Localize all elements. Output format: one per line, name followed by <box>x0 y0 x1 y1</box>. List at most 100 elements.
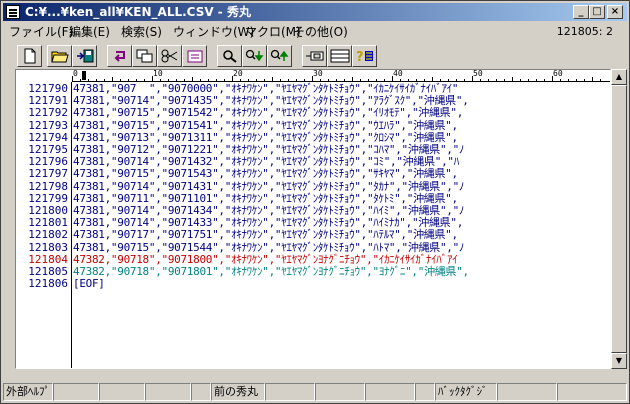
paste-icon[interactable] <box>182 45 207 67</box>
line-text[interactable]: 47381,"90715","9071544","ｵｷﾅﾜｹﾝ","ﾔｴﾔﾏｸﾞ… <box>73 241 464 254</box>
ruler-tick <box>400 79 401 81</box>
ruler-tick <box>376 79 377 81</box>
menu-file[interactable]: ファイル(F) <box>9 23 73 41</box>
ruler-tick <box>536 79 537 81</box>
ruler-tick <box>224 79 225 81</box>
text-line[interactable]: 121793 47381,"90715","9071541","ｵｷﾅﾜｹﾝ","… <box>16 118 610 132</box>
ruler-tick <box>320 79 321 81</box>
fkey-11[interactable] <box>557 383 627 401</box>
ruler-mark: 0 <box>73 69 78 78</box>
fkey-2[interactable] <box>53 383 99 401</box>
ruler-tick <box>288 79 289 81</box>
line-text[interactable]: 47381,"90713","9071311","ｵｷﾅﾜｹﾝ","ﾔｴﾔﾏｸﾞ… <box>73 131 458 144</box>
ruler-tick <box>520 79 521 81</box>
ruler-tick <box>80 79 81 81</box>
hidemaru-window: C:¥...¥ken_all¥KEN_ALL.CSV - 秀丸 _ □ × ファ… <box>0 0 630 404</box>
fkey-3[interactable] <box>99 383 145 401</box>
fkey-5[interactable]: 前の秀丸 <box>211 383 265 401</box>
ruler-tick <box>480 79 481 81</box>
line-text[interactable]: 47381,"90714","9071431","ｵｷﾅﾜｹﾝ","ﾔｴﾔﾏｸﾞ… <box>73 180 464 193</box>
line-text[interactable]: 47381,"90715","9071541","ｵｷﾅﾜｹﾝ","ﾔｴﾔﾏｸﾞ… <box>73 119 458 132</box>
scroll-down-arrow-icon[interactable]: ▼ <box>611 353 627 369</box>
ruler-tick <box>336 79 337 81</box>
ruler-cursor-marker <box>82 71 86 80</box>
menu-edit[interactable]: 編集(E) <box>69 23 110 41</box>
vertical-scrollbar[interactable]: ▲ ▼ <box>611 69 627 369</box>
help-icon[interactable]: ? <box>352 45 377 67</box>
menu-window[interactable]: ウィンドウ(W) <box>173 23 254 41</box>
line-text[interactable]: 47381,"90717","9071751","ｵｷﾅﾜｹﾝ","ﾔｴﾔﾏｸﾞ… <box>73 229 458 241</box>
fkey-6[interactable] <box>265 383 315 401</box>
text-line[interactable]: 121797 47381,"90715","9071543","ｵｷﾅﾜｹﾝ","… <box>16 167 610 181</box>
toolbar: ? <box>3 43 627 69</box>
text-line[interactable]: 121799 47381,"90711","9071101","ｵｷﾅﾜｹﾝ","… <box>16 191 610 205</box>
close-button[interactable]: × <box>607 5 623 19</box>
scroll-up-arrow-icon[interactable]: ▲ <box>611 69 627 85</box>
search-up-icon[interactable] <box>267 45 292 67</box>
cut-icon[interactable] <box>157 45 182 67</box>
ruler-tick <box>440 79 441 81</box>
text-line[interactable]: 121792 47381,"90715","9071542","ｵｷﾅﾜｹﾝ","… <box>16 107 610 119</box>
ruler-tick <box>136 79 137 81</box>
new-file-icon[interactable] <box>17 45 42 67</box>
ruler-tick <box>488 79 489 81</box>
scroll-thumb[interactable] <box>611 85 627 353</box>
ruler-tick <box>448 79 449 81</box>
fkey-1[interactable]: 外部ﾍﾙﾌﾟ <box>3 383 53 401</box>
line-text[interactable]: 47382,"90718","9071800","ｵｷﾅﾜｹﾝ","ﾔｴﾔﾏｸﾞ… <box>73 253 458 266</box>
ruler-tick <box>592 77 593 81</box>
fkey-10[interactable] <box>497 383 557 401</box>
line-number: 121804 <box>28 252 68 266</box>
line-text[interactable]: 47381,"90715","9071543","ｵｷﾅﾜｹﾝ","ﾔｴﾔﾏｸﾞ… <box>73 168 458 180</box>
line-number: 121806 <box>28 277 68 291</box>
minimize-button[interactable]: _ <box>573 5 589 19</box>
ruler-tick <box>552 76 553 81</box>
line-text[interactable]: 47382,"90718","9071801","ｵｷﾅﾜｹﾝ","ﾔｴﾔﾏｸﾞ… <box>73 266 469 278</box>
search-down-icon[interactable] <box>242 45 267 67</box>
line-number: 121803 <box>28 240 68 254</box>
open-folder-icon[interactable] <box>47 45 72 67</box>
line-text[interactable]: [EOF] <box>73 278 105 290</box>
text-line[interactable]: 121794 47381,"90713","9071311","ｵｷﾅﾜｹﾝ","… <box>16 131 610 144</box>
menu-other[interactable]: その他(O) <box>293 23 348 41</box>
undo-icon[interactable] <box>107 45 132 67</box>
ruler-tick <box>328 79 329 81</box>
save-icon[interactable] <box>72 45 97 67</box>
split-window-icon[interactable] <box>327 45 352 67</box>
ruler-tick <box>208 79 209 81</box>
app-icon[interactable] <box>6 5 20 19</box>
line-text[interactable]: 47381,"90711","9071101","ｵｷﾅﾜｹﾝ","ﾔｴﾔﾏｸﾞ… <box>73 192 458 205</box>
text-line[interactable]: 121798 47381,"90714","9071431","ｵｷﾅﾜｹﾝ","… <box>16 180 610 193</box>
fkey-4[interactable] <box>145 383 191 401</box>
fkey-9[interactable]: ﾊﾞｯｸﾀｸﾞｼﾞ <box>435 383 497 401</box>
ruler-tick <box>264 79 265 81</box>
line-text[interactable]: 47381,"90715","9071542","ｵｷﾅﾜｹﾝ","ﾔｴﾔﾏｸﾞ… <box>73 107 463 119</box>
title-bar[interactable]: C:¥...¥ken_all¥KEN_ALL.CSV - 秀丸 _ □ × <box>3 3 627 21</box>
text-line[interactable]: 121806 [EOF] <box>16 277 610 291</box>
ruler-tick <box>344 79 345 81</box>
tag-jump-icon[interactable] <box>302 45 327 67</box>
line-number: 121793 <box>28 118 68 132</box>
fkey-7[interactable] <box>315 383 365 401</box>
menu-search[interactable]: 検索(S) <box>121 23 162 41</box>
line-number: 121797 <box>28 167 68 181</box>
maximize-button[interactable]: □ <box>589 5 605 19</box>
bottom-margin <box>3 369 627 381</box>
text-line[interactable]: 121803 47381,"90715","9071544","ｵｷﾅﾜｹﾝ","… <box>16 240 610 254</box>
ruler-tick <box>600 79 601 81</box>
ruler-tick <box>96 79 97 81</box>
fkey-8[interactable] <box>365 383 415 401</box>
search-icon[interactable] <box>217 45 242 67</box>
ruler-tick <box>424 79 425 81</box>
ruler-tick <box>168 79 169 81</box>
fkey-spacer <box>191 383 211 401</box>
ruler-tick <box>456 79 457 81</box>
copy-icon[interactable] <box>132 45 157 67</box>
text-line[interactable]: 121804 47382,"90718","9071800","ｵｷﾅﾜｹﾝ","… <box>16 252 610 266</box>
line-number: 121791 <box>28 94 68 108</box>
editor-area[interactable]: 0 10 20 30 40 50 60 121790 47381,"907 ","… <box>15 69 611 369</box>
text-line[interactable]: 121802 47381,"90717","9071751","ｵｷﾅﾜｹﾝ","… <box>16 229 610 241</box>
ruler-tick <box>584 79 585 81</box>
line-number: 121799 <box>28 191 68 205</box>
eof-line[interactable]: 121805 47382,"90718","9071801","ｵｷﾅﾜｹﾝ","… <box>16 266 610 278</box>
